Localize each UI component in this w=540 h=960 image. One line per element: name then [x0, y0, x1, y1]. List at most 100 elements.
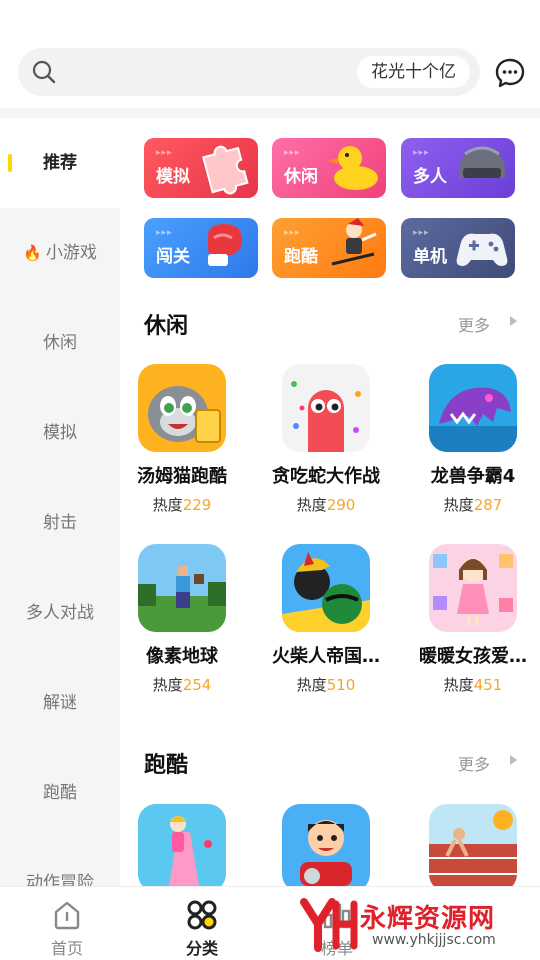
fire-icon: 🔥	[23, 244, 42, 262]
message-icon[interactable]	[494, 57, 526, 89]
heat-value: 287	[473, 496, 503, 514]
category-tile-simulation[interactable]: ▸▸▸ 模拟	[144, 138, 258, 198]
game-icon-dragon	[429, 364, 517, 452]
category-sidebar: 推荐 🔥 小游戏 休闲 模拟 射击 多人对战 解谜 跑酷 动作冒险	[0, 118, 120, 888]
sidebar-item-parkour[interactable]: 跑酷	[0, 748, 120, 838]
game-name: 暖暖女孩爱…	[419, 646, 527, 667]
game-icon-snake	[282, 364, 370, 452]
game-heat: 热度229	[117, 494, 247, 515]
heat-value: 229	[182, 496, 212, 514]
category-tile-label: 多人	[413, 167, 447, 187]
tile-dots: ▸▸▸	[156, 228, 173, 238]
heat-value: 254	[182, 676, 212, 694]
category-tile-single-player[interactable]: ▸▸▸ 单机	[401, 218, 515, 278]
game-card[interactable]: 像素地球 热度254	[117, 544, 247, 695]
sidebar-item-recommend[interactable]: 推荐	[0, 118, 120, 208]
tile-dots: ▸▸▸	[156, 148, 173, 158]
game-card[interactable]	[117, 804, 247, 892]
sidebar-item-shooting[interactable]: 射击	[0, 478, 120, 568]
gamepad-icon	[456, 233, 508, 266]
heat-value: 451	[473, 676, 503, 694]
game-icon-dress-up-girl	[429, 544, 517, 632]
heat-label: 热度	[443, 676, 474, 694]
game-card[interactable]: 汤姆猫跑酷 热度229	[117, 364, 247, 515]
category-tile-label: 单机	[413, 247, 447, 267]
game-heat: 热度510	[261, 674, 391, 695]
helmet-icon	[459, 146, 505, 178]
category-tile-label: 休闲	[284, 167, 318, 187]
game-heat: 热度290	[261, 494, 391, 515]
sidebar-item-simulation[interactable]: 模拟	[0, 388, 120, 478]
game-heat: 热度287	[408, 494, 538, 515]
sidebar-item-label: 多人对战	[26, 603, 94, 623]
category-grid-icon	[187, 900, 217, 930]
heat-value: 510	[326, 676, 356, 694]
game-card[interactable]: 贪吃蛇大作战 热度290	[261, 364, 391, 515]
heat-value: 290	[326, 496, 356, 514]
game-name: 火柴人帝国…	[272, 646, 380, 667]
section-title: 跑酷	[144, 753, 189, 778]
chevron-right-icon[interactable]	[510, 316, 517, 326]
sidebar-item-mini-games[interactable]: 🔥 小游戏	[0, 208, 120, 298]
category-tile-multiplayer[interactable]: ▸▸▸ 多人	[401, 138, 515, 198]
game-card[interactable]	[261, 804, 391, 892]
tile-dots: ▸▸▸	[413, 228, 430, 238]
game-icon-talking-tom	[138, 364, 226, 452]
category-tile-label: 跑酷	[284, 247, 318, 267]
game-card[interactable]: 暖暖女孩爱… 热度451	[408, 544, 538, 695]
puzzle-piece-icon	[202, 145, 249, 195]
sidebar-item-label: 解谜	[43, 693, 77, 713]
tile-dots: ▸▸▸	[413, 148, 430, 158]
search-bar[interactable]: 花光十个亿	[18, 48, 480, 96]
sidebar-item-action-adventure[interactable]: 动作冒险	[0, 838, 120, 888]
heat-label: 热度	[296, 676, 327, 694]
game-name: 贪吃蛇大作战	[272, 466, 380, 487]
category-tile-casual[interactable]: ▸▸▸ 休闲	[272, 138, 386, 198]
search-hint[interactable]: 花光十个亿	[357, 56, 470, 88]
sidebar-item-label: 模拟	[43, 423, 77, 443]
game-icon-track-runner	[429, 804, 517, 892]
tile-dots: ▸▸▸	[284, 148, 301, 158]
game-icon-moto-rider	[282, 804, 370, 892]
section-title: 休闲	[144, 314, 189, 339]
sidebar-item-label: 小游戏	[45, 243, 97, 263]
game-heat: 热度451	[408, 674, 538, 695]
category-tile-levels[interactable]: ▸▸▸ 闯关	[144, 218, 258, 278]
sidebar-item-multiplayer[interactable]: 多人对战	[0, 568, 120, 658]
category-tile-parkour[interactable]: ▸▸▸ 跑酷	[272, 218, 386, 278]
boxing-glove-icon	[208, 224, 242, 266]
heat-label: 热度	[152, 496, 183, 514]
watermark-url: www.yhkjjjsc.com	[372, 932, 496, 948]
search-icon	[32, 60, 56, 84]
category-tile-label: 模拟	[156, 167, 190, 187]
game-name: 汤姆猫跑酷	[137, 466, 227, 487]
watermark-logo-icon	[300, 898, 358, 952]
runner-icon	[331, 218, 377, 266]
sidebar-item-label: 跑酷	[43, 783, 77, 803]
sidebar-item-casual[interactable]: 休闲	[0, 298, 120, 388]
watermark: 永辉资源网 www.yhkjjjsc.com	[300, 896, 530, 956]
tab-category[interactable]: 分类	[135, 887, 269, 960]
home-icon	[54, 901, 80, 930]
rubber-duck-icon	[328, 146, 378, 190]
heat-label: 热度	[296, 496, 327, 514]
game-name: 像素地球	[146, 646, 218, 667]
game-card[interactable]	[408, 804, 538, 892]
tab-label: 分类	[185, 939, 218, 958]
game-card[interactable]: 龙兽争霸4 热度287	[408, 364, 538, 515]
game-heat: 热度254	[117, 674, 247, 695]
tab-home[interactable]: 首页	[0, 887, 134, 960]
heat-label: 热度	[443, 496, 474, 514]
sidebar-item-label: 休闲	[43, 333, 77, 353]
chevron-right-icon[interactable]	[510, 755, 517, 765]
tile-dots: ▸▸▸	[284, 228, 301, 238]
more-link[interactable]: 更多	[458, 751, 490, 775]
game-icon-runner-girl	[138, 804, 226, 892]
sidebar-item-label: 推荐	[43, 153, 77, 173]
sidebar-item-puzzle[interactable]: 解谜	[0, 658, 120, 748]
game-card[interactable]: 火柴人帝国… 热度510	[261, 544, 391, 695]
sidebar-item-label: 射击	[43, 513, 77, 533]
more-link[interactable]: 更多	[458, 312, 490, 336]
top-divider	[0, 108, 540, 118]
heat-label: 热度	[152, 676, 183, 694]
